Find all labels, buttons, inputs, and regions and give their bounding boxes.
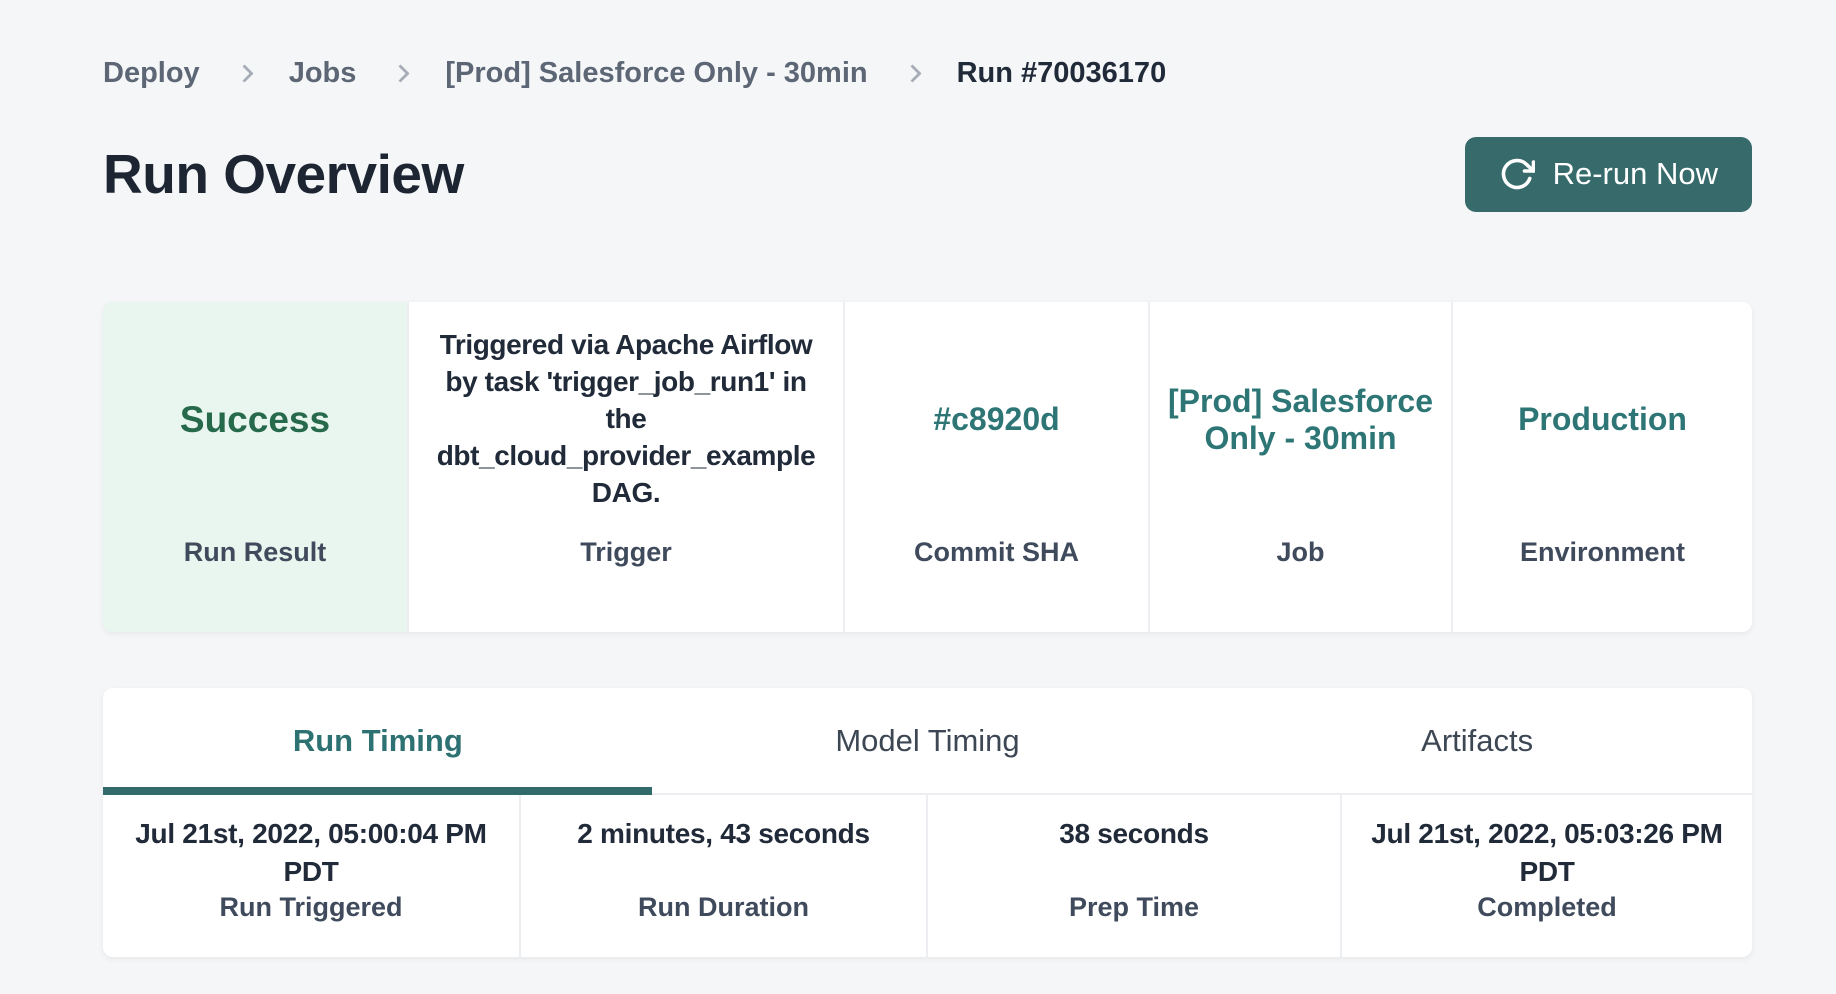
rerun-now-button[interactable]: Re-run Now: [1465, 137, 1752, 212]
run-triggered-cell: Jul 21st, 2022, 05:00:04 PM PDT Run Trig…: [103, 795, 519, 957]
run-result-label: Run Result: [184, 537, 327, 632]
run-triggered-label: Run Triggered: [219, 892, 402, 923]
commit-sha-link[interactable]: #c8920d: [933, 401, 1059, 438]
run-timing-content: Jul 21st, 2022, 05:00:04 PM PDT Run Trig…: [103, 795, 1752, 957]
prep-time-value: 38 seconds: [928, 815, 1340, 892]
environment-label: Environment: [1520, 537, 1685, 632]
breadcrumb-item-job-name[interactable]: [Prod] Salesforce Only - 30min: [445, 57, 867, 90]
prep-time-cell: 38 seconds Prep Time: [926, 795, 1340, 957]
breadcrumb: Deploy Jobs [Prod] Salesforce Only - 30m…: [103, 55, 1752, 91]
breadcrumb-item-jobs[interactable]: Jobs: [289, 57, 357, 90]
breadcrumb-item-deploy[interactable]: Deploy: [103, 57, 200, 90]
page-title: Run Overview: [103, 142, 464, 206]
environment-value-wrap: Production: [1453, 302, 1752, 537]
tab-bar: Run Timing Model Timing Artifacts: [103, 688, 1752, 795]
trigger-value: Triggered via Apache Airflow by task 'tr…: [409, 302, 843, 537]
completed-label: Completed: [1477, 892, 1617, 923]
chevron-right-icon: [903, 64, 921, 82]
run-overview-page: Deploy Jobs [Prod] Salesforce Only - 30m…: [103, 0, 1752, 957]
trigger-card: Triggered via Apache Airflow by task 'tr…: [407, 302, 843, 632]
commit-sha-value-wrap: #c8920d: [845, 302, 1148, 537]
run-duration-cell: 2 minutes, 43 seconds Run Duration: [519, 795, 926, 957]
run-duration-value: 2 minutes, 43 seconds: [521, 815, 926, 892]
chevron-right-icon: [392, 64, 410, 82]
job-card: [Prod] Salesforce Only - 30min Job: [1148, 302, 1451, 632]
job-label: Job: [1276, 537, 1324, 632]
environment-link[interactable]: Production: [1518, 401, 1687, 438]
commit-sha-label: Commit SHA: [914, 537, 1079, 632]
completed-cell: Jul 21st, 2022, 05:03:26 PM PDT Complete…: [1340, 795, 1752, 957]
chevron-right-icon: [235, 64, 253, 82]
run-details-panel: Run Timing Model Timing Artifacts Jul 21…: [103, 688, 1752, 957]
tab-model-timing[interactable]: Model Timing: [653, 688, 1203, 793]
rerun-now-label: Re-run Now: [1553, 156, 1718, 192]
job-link[interactable]: [Prod] Salesforce Only - 30min: [1166, 383, 1435, 457]
tab-run-timing[interactable]: Run Timing: [103, 688, 653, 793]
environment-card: Production Environment: [1451, 302, 1752, 632]
run-duration-label: Run Duration: [638, 892, 809, 923]
prep-time-label: Prep Time: [1069, 892, 1199, 923]
run-result-card: Success Run Result: [103, 302, 407, 632]
rotate-cw-icon: [1499, 156, 1535, 192]
tab-artifacts[interactable]: Artifacts: [1202, 688, 1752, 793]
run-summary-cards: Success Run Result Triggered via Apache …: [103, 302, 1752, 632]
run-result-value: Success: [103, 302, 407, 537]
page-header: Run Overview Re-run Now: [103, 131, 1752, 217]
job-value-wrap: [Prod] Salesforce Only - 30min: [1150, 302, 1451, 537]
breadcrumb-item-current-run: Run #70036170: [957, 57, 1167, 90]
active-tab-underline: [103, 787, 652, 795]
completed-value: Jul 21st, 2022, 05:03:26 PM PDT: [1342, 815, 1752, 892]
commit-sha-card: #c8920d Commit SHA: [843, 302, 1148, 632]
run-triggered-value: Jul 21st, 2022, 05:00:04 PM PDT: [103, 815, 519, 892]
trigger-label: Trigger: [580, 537, 672, 632]
